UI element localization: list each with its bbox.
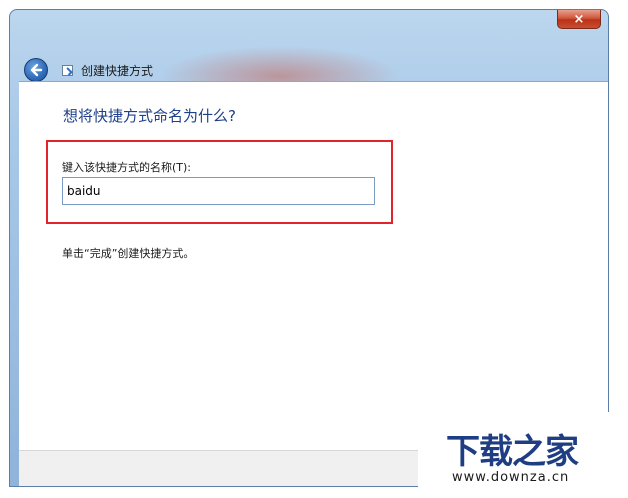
watermark: 下载之家 www.downza.cn — [418, 412, 628, 498]
wizard-title: 创建快捷方式 — [81, 64, 154, 78]
watermark-logo: 下载之家 — [446, 432, 579, 472]
watermark-url: www.downza.cn — [452, 470, 570, 485]
close-icon: × — [573, 11, 585, 27]
finish-hint: 单击“完成”创建快捷方式。 — [62, 247, 195, 260]
back-button[interactable] — [24, 58, 48, 82]
highlight-box — [46, 140, 393, 224]
back-arrow-icon — [30, 63, 43, 77]
wizard-content: 想将快捷方式命名为什么? 键入该快捷方式的名称(T): 单击“完成”创建快捷方式… — [19, 81, 608, 450]
page-heading: 想将快捷方式命名为什么? — [63, 107, 236, 125]
close-button[interactable]: × — [557, 10, 601, 29]
shortcut-wizard-icon — [62, 65, 73, 76]
